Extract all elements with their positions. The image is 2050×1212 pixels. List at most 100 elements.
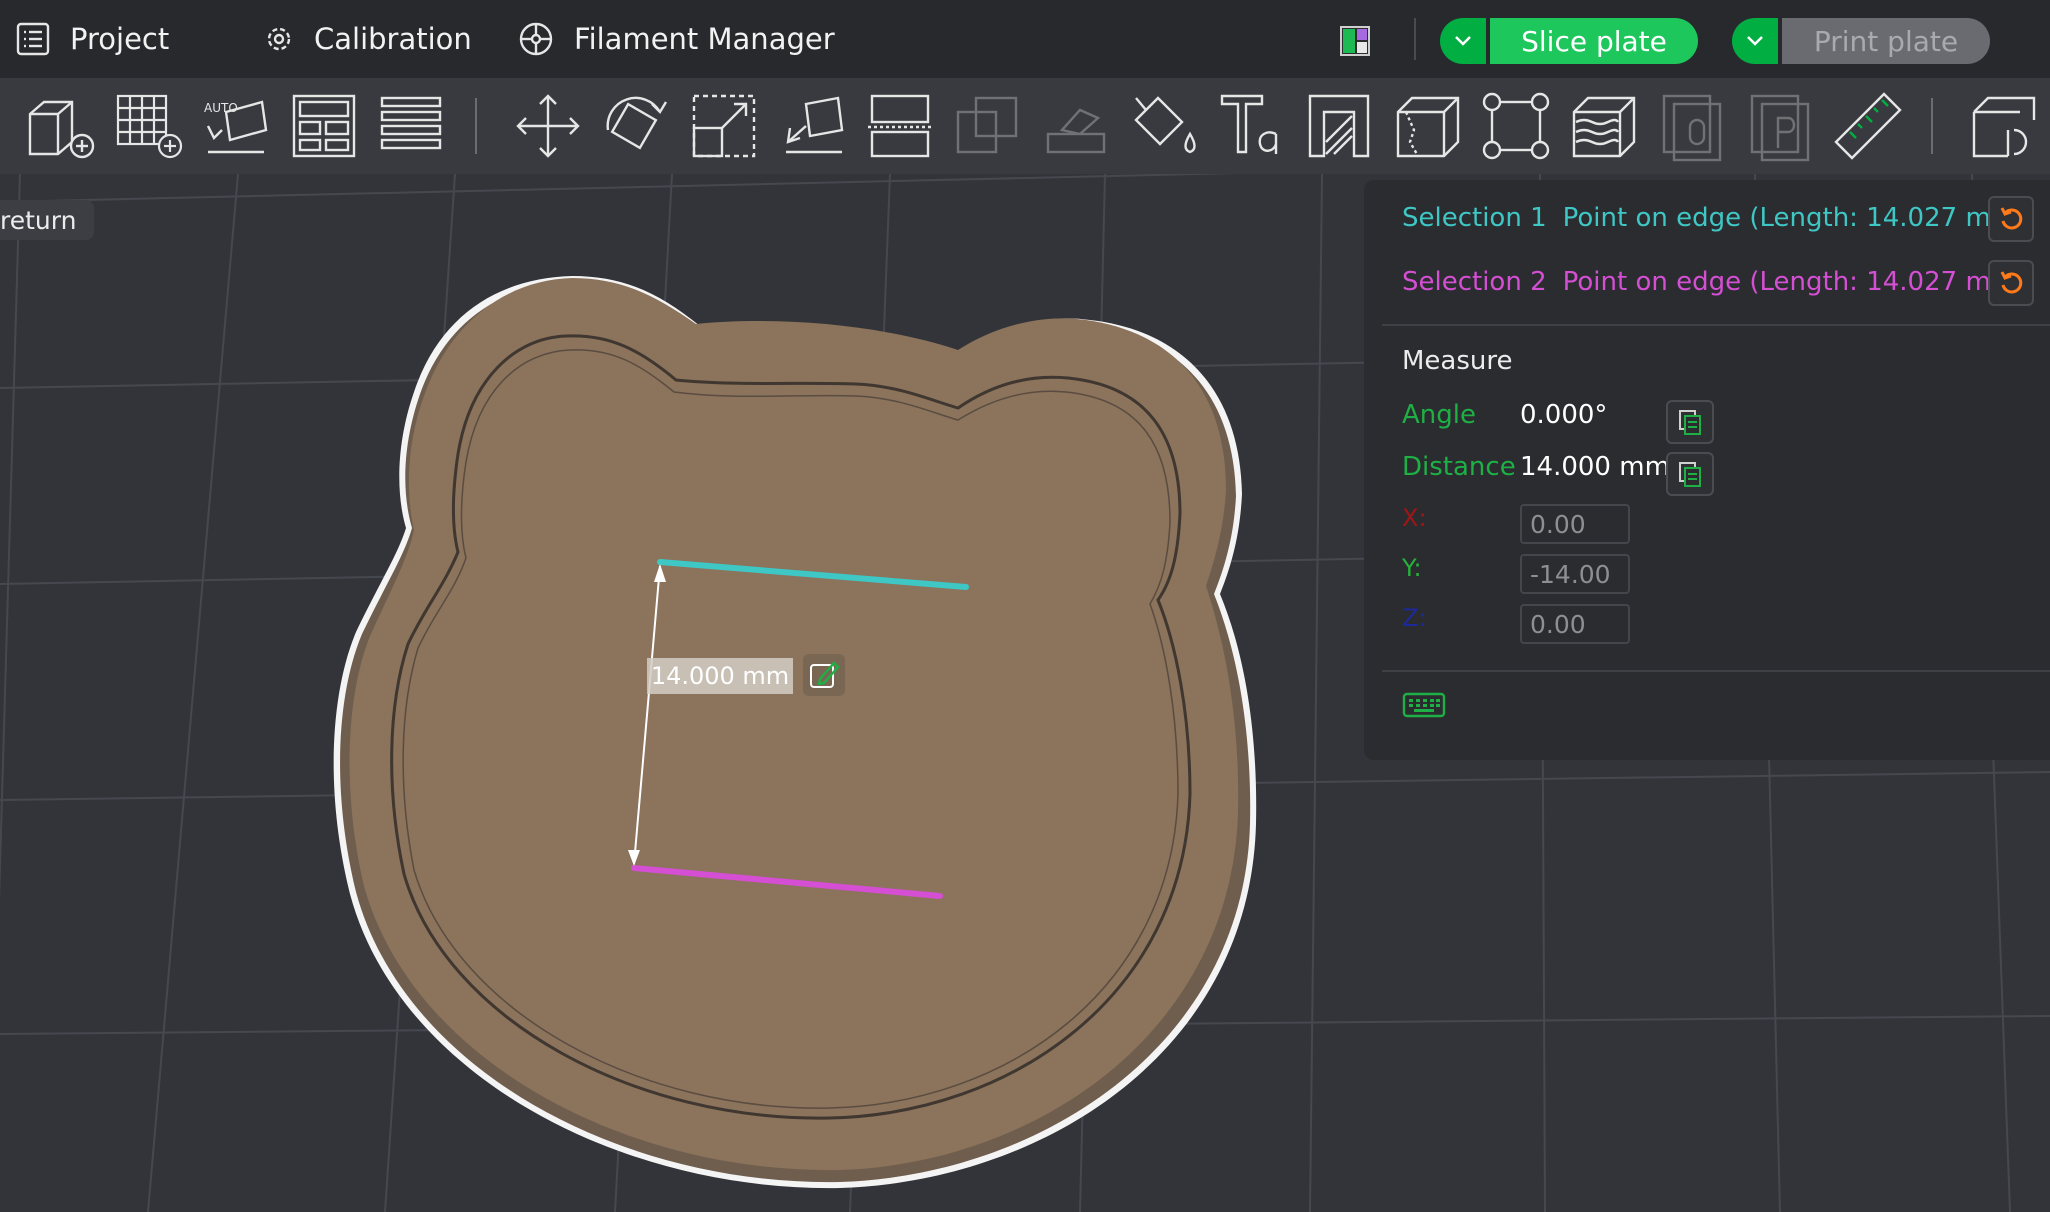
ruler-icon xyxy=(1834,92,1902,160)
calibration-label: Calibration xyxy=(314,22,472,56)
stack-lines-icon xyxy=(380,96,442,150)
keyboard-shortcuts-icon[interactable] xyxy=(1402,690,1446,720)
hint-text: return xyxy=(0,205,77,235)
slice-plate-label: Slice plate xyxy=(1521,24,1667,58)
measure-panel: Selection 1 Point on edge (Length: 14.02… xyxy=(1364,180,2050,760)
edit-dimension-button[interactable] xyxy=(803,654,845,696)
reset-selection-1-button[interactable] xyxy=(1988,196,2034,242)
reset-icon xyxy=(2000,271,2023,294)
paint-bucket-icon xyxy=(1134,96,1196,154)
scale-icon xyxy=(692,94,756,158)
y-field[interactable]: -14.00 xyxy=(1520,554,1630,594)
lay-on-face-icon xyxy=(786,96,844,154)
rotate-icon xyxy=(606,96,668,150)
reset-selection-2-button[interactable] xyxy=(1988,260,2034,306)
measure-button[interactable] xyxy=(1828,86,1908,166)
emboss-button[interactable] xyxy=(1300,86,1380,166)
toolbar-divider xyxy=(1931,98,1933,154)
plate-p-icon xyxy=(1750,94,1810,162)
slice-plate-button[interactable]: Slice plate xyxy=(1490,18,1698,64)
assembly-view-button[interactable] xyxy=(1964,86,2044,166)
print-options-button[interactable] xyxy=(1732,18,1778,64)
assembly-button[interactable] xyxy=(1652,86,1732,166)
selection-1-detail: Point on edge (Length: 14.027 mm) xyxy=(1562,203,2027,233)
rotate-button[interactable] xyxy=(596,86,676,166)
filament-manager-menu[interactable]: Filament Manager xyxy=(518,0,835,78)
mesh-boolean-button[interactable] xyxy=(1476,86,1556,166)
plate-settings-button[interactable] xyxy=(1740,86,1820,166)
dimension-label: 14.000 mm xyxy=(647,658,793,694)
plate-list-button[interactable] xyxy=(372,86,452,166)
selection-2-detail: Point on edge (Length: 14.027 mm) xyxy=(1562,267,2027,297)
support-paint-button[interactable] xyxy=(1036,86,1116,166)
project-label: Project xyxy=(70,22,170,56)
move-button[interactable] xyxy=(508,86,588,166)
print-plate-split-button: Print plate xyxy=(1732,18,1990,64)
chevron-down-icon xyxy=(1455,36,1471,46)
selection-1-row[interactable]: Selection 1 Point on edge (Length: 14.02… xyxy=(1402,198,2026,238)
z-label: Z: xyxy=(1402,604,1427,632)
angle-value: 0.000° xyxy=(1520,400,1608,430)
selection-2-row[interactable]: Selection 2 Point on edge (Length: 14.02… xyxy=(1402,262,2026,302)
svg-text:AUTO: AUTO xyxy=(204,101,238,115)
reset-icon xyxy=(2000,207,2023,230)
toolbar: AUTO xyxy=(0,78,2050,174)
corner-handles-icon xyxy=(1482,92,1550,160)
y-value: -14.00 xyxy=(1530,559,1611,589)
distance-label: Distance xyxy=(1402,452,1516,482)
slice-plate-split-button: Slice plate xyxy=(1440,18,1698,64)
support-paint-icon xyxy=(1046,108,1106,154)
project-menu[interactable]: Project xyxy=(16,0,169,78)
add-plate-button[interactable] xyxy=(108,86,188,166)
auto-orient-button[interactable]: AUTO xyxy=(196,86,276,166)
copy-icon xyxy=(1679,410,1701,435)
z-field[interactable]: 0.00 xyxy=(1520,604,1630,644)
boolean-button[interactable] xyxy=(948,86,1028,166)
cut-icon xyxy=(868,94,932,158)
slice-options-button[interactable] xyxy=(1440,18,1486,64)
assembly-view-icon xyxy=(1972,96,2036,158)
seam-paint-button[interactable] xyxy=(1388,86,1468,166)
copy-icon xyxy=(1679,462,1701,487)
arrange-button[interactable] xyxy=(284,86,364,166)
add-object-button[interactable] xyxy=(20,86,100,166)
list-icon xyxy=(16,22,50,56)
dimension-value: 14.000 mm xyxy=(650,662,790,690)
color-paint-button[interactable] xyxy=(1124,86,1204,166)
angle-label: Angle xyxy=(1402,400,1476,430)
fuzzy-skin-button[interactable] xyxy=(1564,86,1644,166)
cut-button[interactable] xyxy=(860,86,940,166)
measure-title: Measure xyxy=(1402,346,1513,376)
y-label: Y: xyxy=(1402,554,1422,582)
auto-orient-icon: AUTO xyxy=(204,100,268,154)
toolbar-divider xyxy=(475,98,477,154)
add-plate-grid-icon xyxy=(116,94,183,159)
x-label: X: xyxy=(1402,504,1427,532)
model-top-surface xyxy=(349,278,1239,1171)
menu-divider xyxy=(1414,18,1416,60)
layout-toggle-icon[interactable] xyxy=(1340,26,1370,56)
assembly-icon xyxy=(1662,94,1722,162)
selection-1-name: Selection 1 xyxy=(1402,203,1547,233)
text-button[interactable] xyxy=(1212,86,1292,166)
chevron-down-icon xyxy=(1747,36,1763,46)
bear-model[interactable] xyxy=(333,276,1257,1189)
lay-on-face-button[interactable] xyxy=(772,86,852,166)
calibration-menu[interactable]: Calibration xyxy=(264,0,472,78)
filament-spool-icon xyxy=(519,22,553,56)
copy-distance-button[interactable] xyxy=(1666,452,1714,496)
seam-cube-icon xyxy=(1396,96,1460,158)
textured-cube-icon xyxy=(1572,96,1636,158)
scale-button[interactable] xyxy=(684,86,764,166)
copy-angle-button[interactable] xyxy=(1666,400,1714,444)
emboss-icon xyxy=(1308,94,1370,158)
boolean-icon xyxy=(956,96,1018,154)
arrange-layout-icon xyxy=(292,94,356,158)
print-plate-button[interactable]: Print plate xyxy=(1782,18,1990,64)
z-value: 0.00 xyxy=(1530,609,1586,639)
gear-icon xyxy=(267,27,291,51)
move-arrows-icon xyxy=(516,94,580,158)
hint-tooltip: return xyxy=(0,200,95,240)
distance-value: 14.000 mm xyxy=(1520,452,1670,482)
x-field[interactable]: 0.00 xyxy=(1520,504,1630,544)
